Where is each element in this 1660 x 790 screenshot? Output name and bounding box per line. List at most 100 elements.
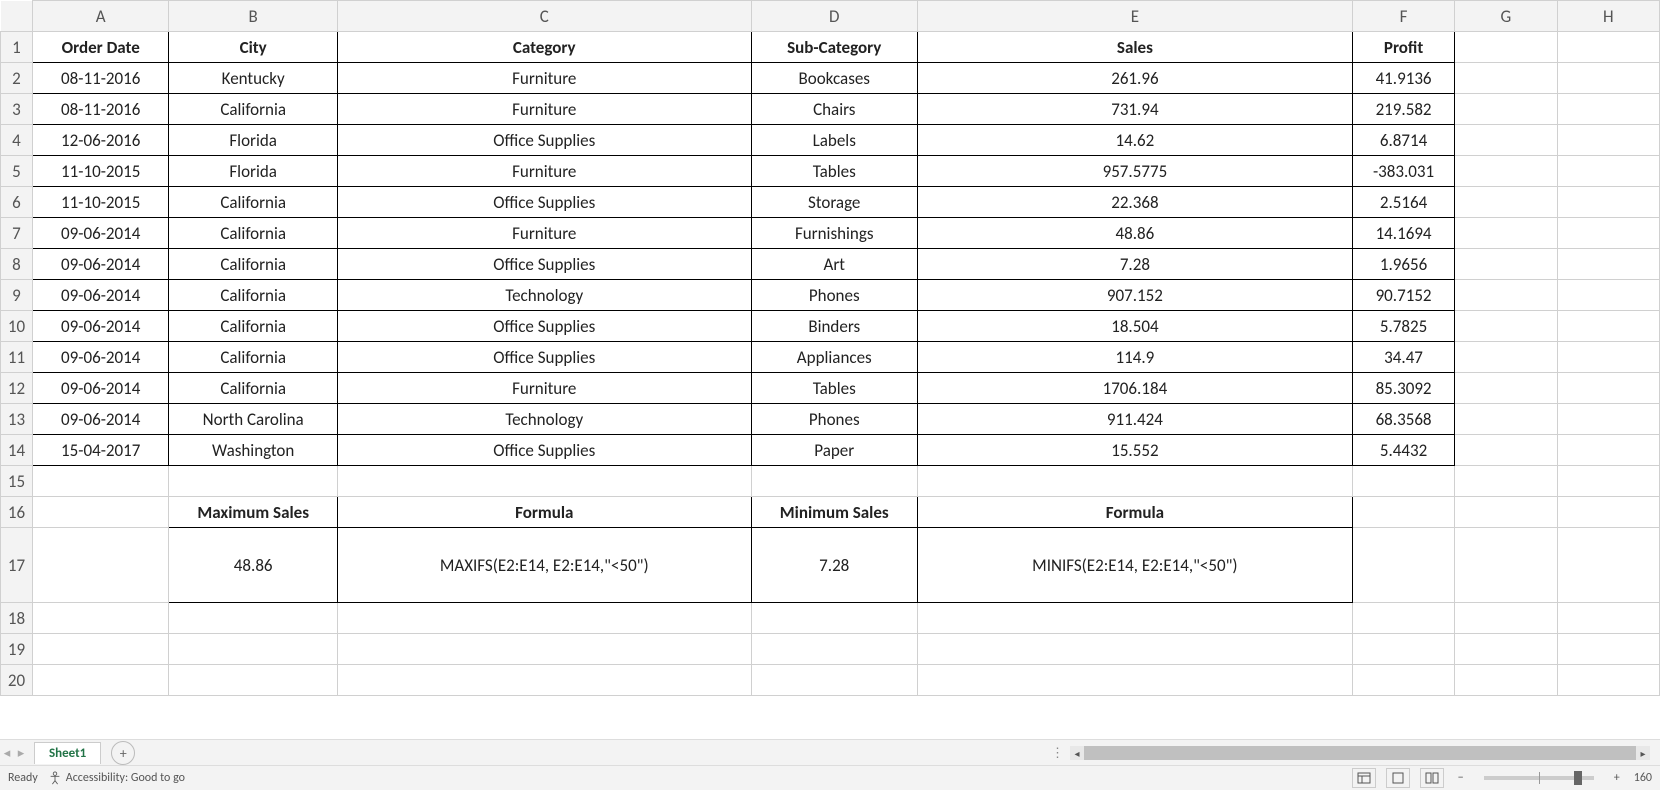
col-header-G[interactable]: G <box>1455 1 1557 32</box>
cell-B5[interactable]: Florida <box>169 156 337 187</box>
cell-G10[interactable] <box>1455 311 1557 342</box>
cell-D20[interactable] <box>751 665 917 696</box>
cell-H17[interactable] <box>1557 528 1659 603</box>
col-header-A[interactable]: A <box>32 1 168 32</box>
cell-B19[interactable] <box>169 634 337 665</box>
cell-H6[interactable] <box>1557 187 1659 218</box>
cell-D5[interactable]: Tables <box>751 156 917 187</box>
row-header-11[interactable]: 11 <box>1 342 33 373</box>
sheet-tab[interactable]: Sheet1 <box>34 742 101 764</box>
cell-C20[interactable] <box>337 665 751 696</box>
cell-G4[interactable] <box>1455 125 1557 156</box>
cell-A2[interactable]: 08-11-2016 <box>32 63 168 94</box>
cell-B9[interactable]: California <box>169 280 337 311</box>
cell-E20[interactable] <box>917 665 1352 696</box>
cell-F10[interactable]: 5.7825 <box>1352 311 1454 342</box>
cell-C14[interactable]: Office Supplies <box>337 435 751 466</box>
cell-F16[interactable] <box>1352 497 1454 528</box>
row-header-18[interactable]: 18 <box>1 603 33 634</box>
cell-F18[interactable] <box>1352 603 1454 634</box>
cell-C18[interactable] <box>337 603 751 634</box>
cell-H10[interactable] <box>1557 311 1659 342</box>
cell-F7[interactable]: 14.1694 <box>1352 218 1454 249</box>
cell-A13[interactable]: 09-06-2014 <box>32 404 168 435</box>
view-page-break-button[interactable] <box>1420 768 1444 788</box>
cell-C2[interactable]: Furniture <box>337 63 751 94</box>
cell-E13[interactable]: 911.424 <box>917 404 1352 435</box>
zoom-slider-knob[interactable] <box>1574 771 1582 785</box>
cell-D9[interactable]: Phones <box>751 280 917 311</box>
cell-G7[interactable] <box>1455 218 1557 249</box>
cell-H8[interactable] <box>1557 249 1659 280</box>
cell-A14[interactable]: 15-04-2017 <box>32 435 168 466</box>
cell-H4[interactable] <box>1557 125 1659 156</box>
cell-A5[interactable]: 11-10-2015 <box>32 156 168 187</box>
cell-C4[interactable]: Office Supplies <box>337 125 751 156</box>
cell-G1[interactable] <box>1455 32 1557 63</box>
row-header-1[interactable]: 1 <box>1 32 33 63</box>
cell-F5[interactable]: -383.031 <box>1352 156 1454 187</box>
cell-H14[interactable] <box>1557 435 1659 466</box>
cell-A7[interactable]: 09-06-2014 <box>32 218 168 249</box>
row-header-6[interactable]: 6 <box>1 187 33 218</box>
col-header-D[interactable]: D <box>751 1 917 32</box>
accessibility-icon[interactable]: Accessibility: Good to go <box>48 771 185 785</box>
cell-F9[interactable]: 90.7152 <box>1352 280 1454 311</box>
cell-D17[interactable]: 7.28 <box>751 528 917 603</box>
cell-B11[interactable]: California <box>169 342 337 373</box>
cell-C17[interactable]: MAXIFS(E2:E14, E2:E14,"<50") <box>337 528 751 603</box>
cell-D1[interactable]: Sub-Category <box>751 32 917 63</box>
cell-D7[interactable]: Furnishings <box>751 218 917 249</box>
row-header-7[interactable]: 7 <box>1 218 33 249</box>
cell-G20[interactable] <box>1455 665 1557 696</box>
cell-B1[interactable]: City <box>169 32 337 63</box>
cell-E12[interactable]: 1706.184 <box>917 373 1352 404</box>
cell-A4[interactable]: 12-06-2016 <box>32 125 168 156</box>
cell-A6[interactable]: 11-10-2015 <box>32 187 168 218</box>
cell-G18[interactable] <box>1455 603 1557 634</box>
cell-G19[interactable] <box>1455 634 1557 665</box>
cell-E9[interactable]: 907.152 <box>917 280 1352 311</box>
cell-D15[interactable] <box>751 466 917 497</box>
cell-E18[interactable] <box>917 603 1352 634</box>
cell-F12[interactable]: 85.3092 <box>1352 373 1454 404</box>
cell-A19[interactable] <box>32 634 168 665</box>
cell-C5[interactable]: Furniture <box>337 156 751 187</box>
cell-A8[interactable]: 09-06-2014 <box>32 249 168 280</box>
cell-C13[interactable]: Technology <box>337 404 751 435</box>
cell-E10[interactable]: 18.504 <box>917 311 1352 342</box>
row-header-17[interactable]: 17 <box>1 528 33 603</box>
cell-C19[interactable] <box>337 634 751 665</box>
cell-A20[interactable] <box>32 665 168 696</box>
col-header-E[interactable]: E <box>917 1 1352 32</box>
cell-F20[interactable] <box>1352 665 1454 696</box>
cell-B16[interactable]: Maximum Sales <box>169 497 337 528</box>
cell-G3[interactable] <box>1455 94 1557 125</box>
cell-G5[interactable] <box>1455 156 1557 187</box>
cell-A18[interactable] <box>32 603 168 634</box>
row-header-15[interactable]: 15 <box>1 466 33 497</box>
cell-D2[interactable]: Bookcases <box>751 63 917 94</box>
cell-F11[interactable]: 34.47 <box>1352 342 1454 373</box>
row-header-12[interactable]: 12 <box>1 373 33 404</box>
cell-E16[interactable]: Formula <box>917 497 1352 528</box>
cell-D14[interactable]: Paper <box>751 435 917 466</box>
cell-G11[interactable] <box>1455 342 1557 373</box>
cell-H18[interactable] <box>1557 603 1659 634</box>
row-header-5[interactable]: 5 <box>1 156 33 187</box>
row-header-9[interactable]: 9 <box>1 280 33 311</box>
cell-G17[interactable] <box>1455 528 1557 603</box>
cell-A1[interactable]: Order Date <box>32 32 168 63</box>
cell-A12[interactable]: 09-06-2014 <box>32 373 168 404</box>
cell-F8[interactable]: 1.9656 <box>1352 249 1454 280</box>
cell-D6[interactable]: Storage <box>751 187 917 218</box>
cell-E2[interactable]: 261.96 <box>917 63 1352 94</box>
cell-G13[interactable] <box>1455 404 1557 435</box>
cell-E7[interactable]: 48.86 <box>917 218 1352 249</box>
hscroll-right-icon[interactable]: ▸ <box>1636 746 1650 760</box>
cell-C3[interactable]: Furniture <box>337 94 751 125</box>
add-sheet-button[interactable]: + <box>111 741 135 765</box>
grid[interactable]: ABCDEFGH1Order DateCityCategorySub-Categ… <box>0 0 1660 696</box>
cell-B20[interactable] <box>169 665 337 696</box>
cell-B3[interactable]: California <box>169 94 337 125</box>
